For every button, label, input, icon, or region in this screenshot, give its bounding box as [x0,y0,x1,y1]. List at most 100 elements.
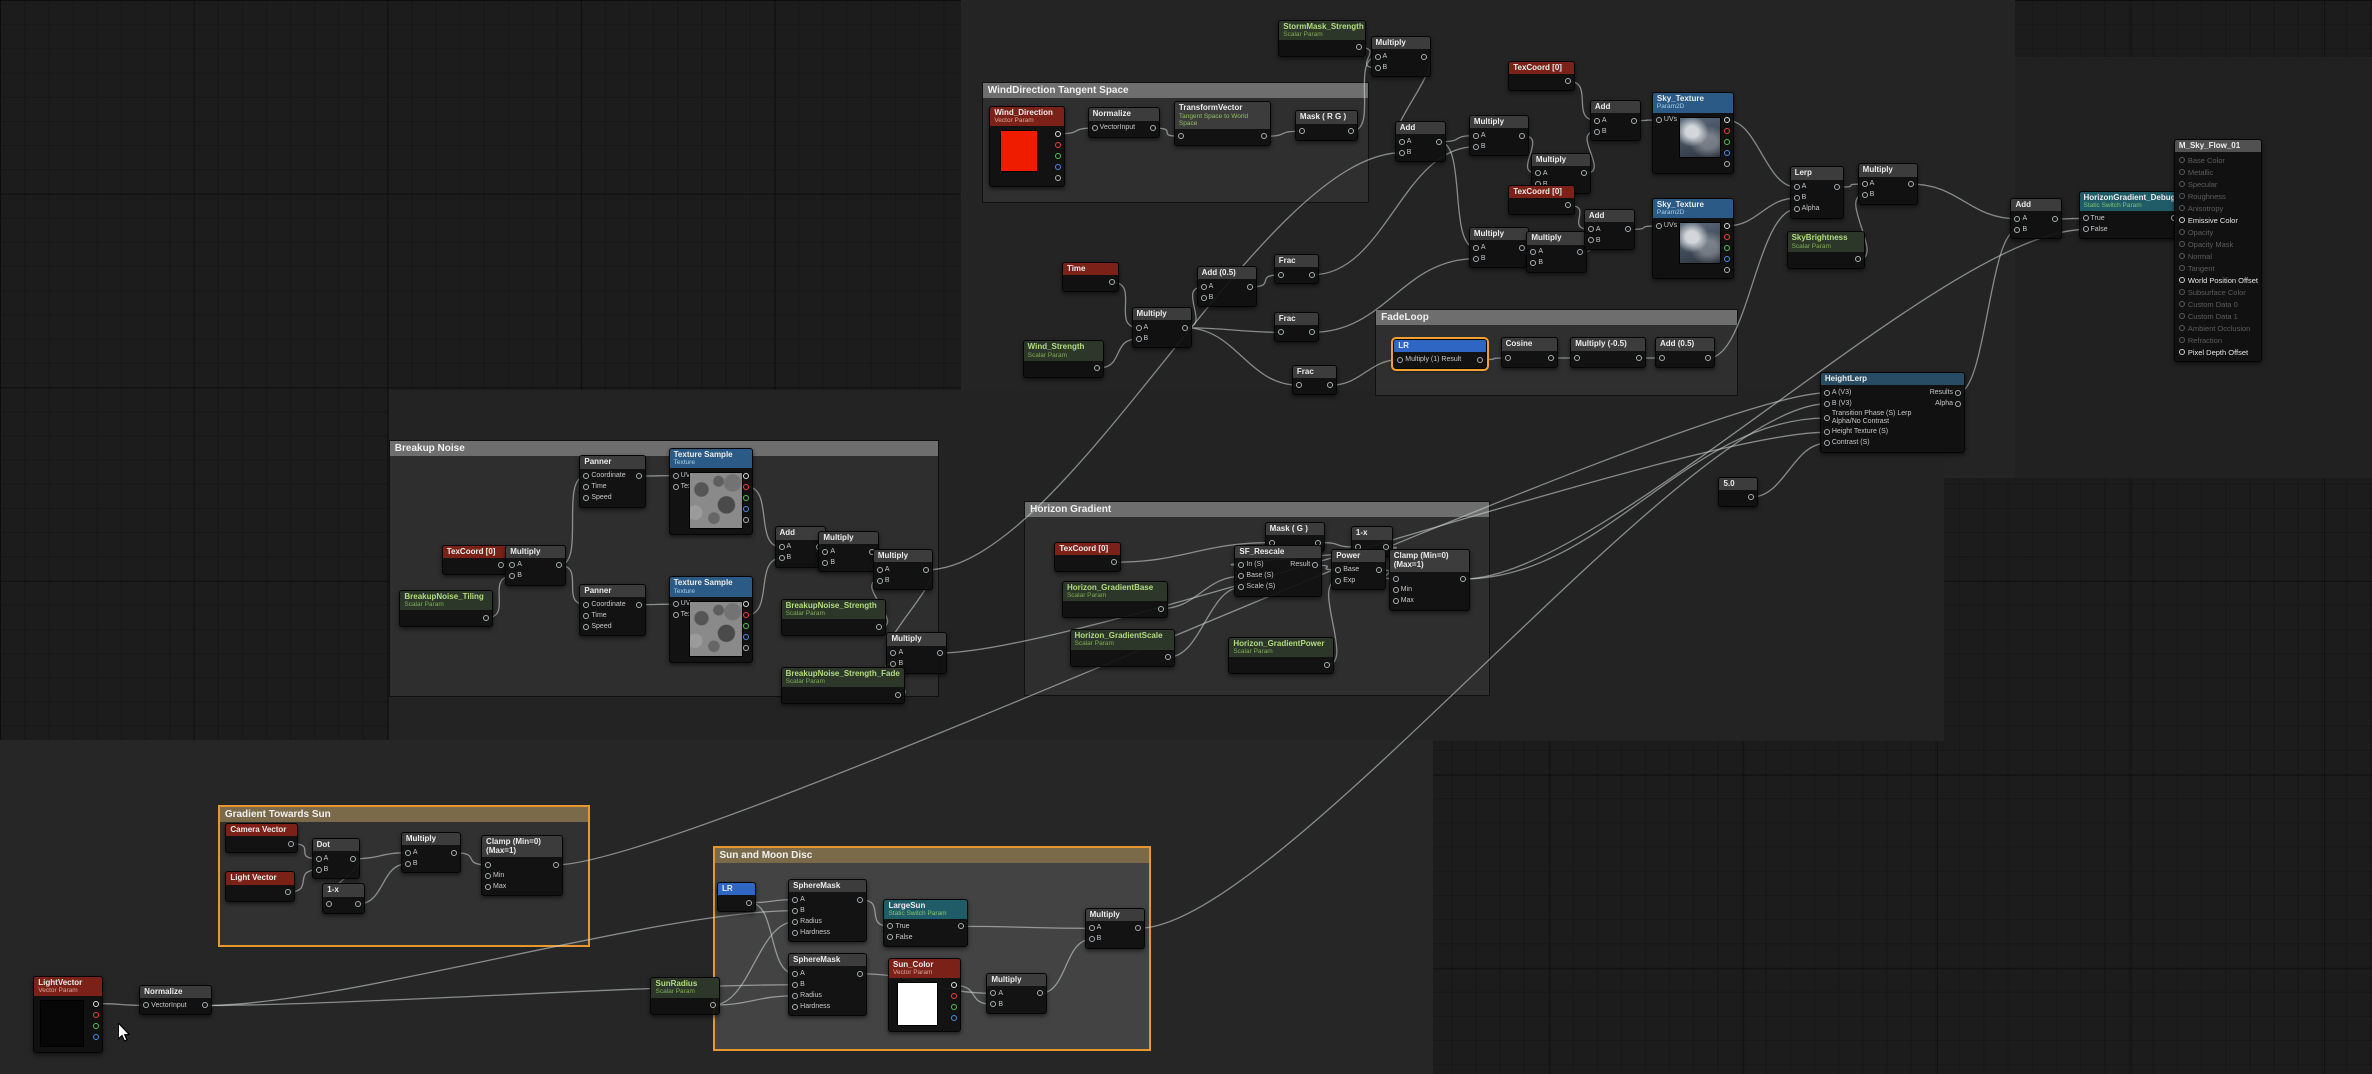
sf_rescale-out-pin-0[interactable] [1312,562,1318,568]
cosine1-in-pin-0[interactable] [1505,355,1511,361]
output-in-pin-13[interactable] [2179,313,2185,319]
node-dot1[interactable]: DotAB [312,838,360,879]
node-panner1[interactable]: PannerCoordinateTimeSpeed [579,455,646,507]
node-normalize2[interactable]: NormalizeVectorInput [139,985,212,1015]
wind_direction-out-pin-2[interactable] [1055,153,1061,159]
storm_strength-out-pin-0[interactable] [1356,44,1362,50]
node-header[interactable]: TransformVectorTangent Space to World Sp… [1175,102,1270,128]
lightvec_param-out-pin-0[interactable] [93,1001,99,1007]
node-normalize1[interactable]: NormalizeVectorInput [1088,107,1161,137]
multiply_g-in-pin-1[interactable] [1136,336,1142,342]
node-header[interactable]: Add [1591,101,1640,113]
add_e-in-pin-1[interactable] [779,555,785,561]
heightlerp-in-pin-1[interactable] [1824,401,1830,407]
sky_tex2-out-pin-1[interactable] [1724,234,1730,240]
add_05a-out-pin-0[interactable] [1247,284,1253,290]
node-frac2[interactable]: Frac [1274,312,1319,342]
sky_tex1-in-pin-0[interactable] [1656,117,1662,123]
multiply_g-out-pin-0[interactable] [1182,325,1188,331]
node-header[interactable]: Texture SampleTexture [670,449,753,468]
node-header[interactable]: Wind_DirectionVector Param [990,107,1064,126]
node-header[interactable]: Multiply (-0.5) [1571,338,1645,350]
transform_vector-in-pin-0[interactable] [1178,133,1184,139]
add_c-in-pin-0[interactable] [1588,226,1594,232]
node-const5[interactable]: 5.0 [1718,477,1757,507]
lerp1-in-pin-2[interactable] [1794,206,1800,212]
multiply_k-in-pin-0[interactable] [890,650,896,656]
texsample2-out-pin-4[interactable] [743,645,749,651]
output-in-pin-10[interactable] [2179,277,2185,283]
panner2-out-pin-0[interactable] [636,602,642,608]
light_vector2-out-pin-0[interactable] [285,889,291,895]
multiply_e-out-pin-0[interactable] [1577,249,1583,255]
spheremask1-out-pin-0[interactable] [857,897,863,903]
clamp2-in-pin-1[interactable] [485,873,491,879]
node-power1[interactable]: PowerBaseExp [1331,549,1385,590]
spheremask1-in-pin-2[interactable] [792,919,798,925]
node-header[interactable]: Add [1396,122,1445,134]
node-header[interactable]: Light Vector [226,872,294,884]
texcoord2-out-pin-0[interactable] [1565,202,1571,208]
node-lr_usage[interactable]: LR [717,882,756,912]
add_05b-out-pin-0[interactable] [1705,355,1711,361]
node-header[interactable]: 1-x [1352,527,1392,539]
node-mask_rg[interactable]: Mask ( R G ) [1295,110,1359,140]
node-header[interactable]: Multiply [1372,37,1431,49]
node-header[interactable]: LR [718,883,755,895]
heightlerp-out-pin-1[interactable] [1955,401,1961,407]
sun_color-out-pin-1[interactable] [951,993,957,999]
node-multiply_neg[interactable]: Multiply (-0.5) [1570,337,1646,367]
node-transform_vector[interactable]: TransformVectorTangent Space to World Sp… [1174,101,1271,145]
add_05b-in-pin-0[interactable] [1659,355,1665,361]
normalize1-out-pin-0[interactable] [1150,125,1156,131]
node-header[interactable]: BreakupNoise_TilingScalar Param [400,591,492,610]
node-spheremask1[interactable]: SphereMaskABRadiusHardness [788,879,867,942]
add_b-in-pin-1[interactable] [1594,129,1600,135]
output-in-pin-12[interactable] [2179,301,2185,307]
node-multiply_l[interactable]: MultiplyAB [401,832,462,873]
heightlerp-in-pin-2[interactable] [1824,415,1830,421]
node-multiply_e[interactable]: MultiplyAB [1526,231,1587,272]
node-header[interactable]: Time [1063,263,1118,275]
node-lr_node[interactable]: LRMultiply (1) Result [1393,339,1487,369]
camera_vector-out-pin-0[interactable] [288,841,294,847]
node-header[interactable]: LargeSunStatic Switch Param [884,900,967,919]
multiply_neg-out-pin-0[interactable] [1636,355,1642,361]
node-texsample2[interactable]: Texture SampleTextureUVsTex [669,576,754,663]
graph-canvas[interactable]: WindDirection Tangent SpaceFadeLoopBreak… [0,0,2372,1074]
node-output[interactable]: M_Sky_Flow_01Base ColorMetallicSpecularR… [2174,139,2262,362]
node-header[interactable]: Panner [580,456,645,468]
lr_node-in-pin-0[interactable] [1397,357,1403,363]
clamp1-out-pin-0[interactable] [1460,576,1466,582]
output-in-pin-3[interactable] [2179,193,2185,199]
output-in-pin-4[interactable] [2179,205,2185,211]
dot1-in-pin-0[interactable] [316,856,322,862]
multiply_d-in-pin-0[interactable] [1535,170,1541,176]
node-header[interactable]: Sky_TextureParam2D [1653,199,1733,218]
heightlerp-in-pin-3[interactable] [1824,429,1830,435]
texsample1-out-pin-1[interactable] [743,484,749,490]
node-header[interactable]: Cosine [1502,338,1557,350]
node-texcoord2[interactable]: TexCoord [0] [1508,185,1575,215]
mask_rg-out-pin-0[interactable] [1348,128,1354,134]
node-storm_strength[interactable]: StormMask_StrengthScalar Param [1278,20,1366,57]
node-sf_rescale[interactable]: SF_RescaleIn (S)Base (S)Scale (S)Result [1234,545,1322,597]
output-in-pin-14[interactable] [2179,325,2185,331]
add_d-in-pin-1[interactable] [2014,227,2020,233]
oneminus2-out-pin-0[interactable] [355,901,361,907]
node-texsample1[interactable]: Texture SampleTextureUVsTex [669,448,754,535]
multiply_c-in-pin-1[interactable] [1473,256,1479,262]
frac3-in-pin-0[interactable] [1296,382,1302,388]
wind_direction-out-pin-0[interactable] [1055,131,1061,137]
dot1-in-pin-1[interactable] [316,867,322,873]
node-header[interactable]: Multiply [1859,164,1918,176]
multiply_m-in-pin-0[interactable] [990,990,996,996]
multiply_h-in-pin-0[interactable] [509,562,515,568]
node-lerp1[interactable]: LerpABAlpha [1790,166,1844,218]
node-camera_vector[interactable]: Camera Vector [225,823,298,853]
node-header[interactable]: Normalize [1089,108,1160,120]
texsample2-in-pin-0[interactable] [673,601,679,607]
node-spheremask2[interactable]: SphereMaskABRadiusHardness [788,953,867,1016]
sky_tex2-in-pin-0[interactable] [1656,223,1662,229]
node-texcoord1[interactable]: TexCoord [0] [1508,61,1575,91]
